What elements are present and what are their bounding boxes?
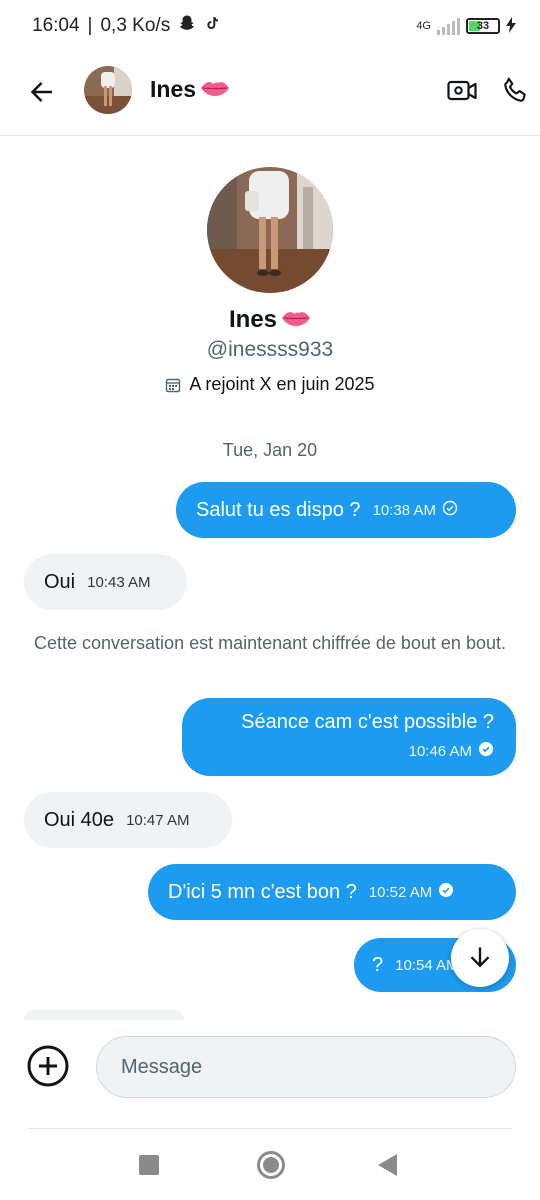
message-text: Séance cam c'est possible ? [241, 711, 494, 733]
calendar-icon [166, 378, 181, 392]
message-text: Oui 40e [44, 808, 115, 831]
lips-emoji-icon [200, 76, 230, 103]
message-bubble-outgoing[interactable]: Séance cam c'est possible ? 10:46 AM [182, 698, 516, 776]
profile-joined-text: A rejoint X en juin 2025 [189, 374, 375, 394]
message-input[interactable] [96, 1036, 516, 1098]
message-bubble-incoming[interactable]: Oui 40e 10:47 AM [24, 792, 232, 848]
profile-avatar[interactable] [207, 167, 333, 293]
home-circle-icon[interactable] [257, 1151, 285, 1179]
video-call-button[interactable] [444, 72, 480, 108]
tiktok-icon [204, 14, 220, 38]
plus-circle-icon [27, 1045, 69, 1087]
message-text: Oui [44, 570, 76, 593]
date-separator: Tue, Jan 20 [222, 440, 318, 460]
status-separator: | [87, 15, 93, 36]
back-triangle-icon[interactable] [378, 1154, 397, 1176]
encryption-notice: Cette conversation est maintenant chiffr… [34, 633, 506, 653]
composer-divider [28, 1128, 512, 1129]
header-name-text: Ines [150, 76, 197, 102]
phone-icon [504, 77, 526, 102]
signal-icon [437, 17, 460, 35]
message-bubble-outgoing[interactable]: D'ici 5 mn c'est bon ? 10:52 AM [148, 864, 516, 920]
status-left: 16:04 | 0,3 Ko/s [32, 14, 220, 38]
status-right: 4G 33 [416, 16, 516, 36]
video-call-icon [447, 80, 477, 101]
snapchat-icon [178, 14, 196, 38]
battery-level: 33 [476, 20, 490, 32]
profile-joined: A rejoint X en juin 2025 [0, 374, 540, 395]
scroll-to-bottom-button[interactable] [451, 929, 509, 987]
header-avatar[interactable] [84, 66, 132, 114]
back-arrow-icon [30, 82, 52, 102]
status-speed: 0,3 Ko/s [100, 15, 171, 36]
profile-handle[interactable]: @inessss933 [0, 338, 540, 362]
message-meta: 10:46 AM [397, 740, 494, 763]
profile-name-text: Ines [228, 306, 278, 333]
message-time: 10:54 AM [395, 956, 459, 974]
message-text: D'ici 5 mn c'est bon ? [168, 880, 357, 903]
status-time: 16:04 [32, 15, 80, 36]
read-check-icon [438, 881, 454, 904]
message-time: 10:43 AM [87, 573, 151, 591]
arrow-down-icon [470, 947, 490, 968]
message-bubble-incoming[interactable]: Oui 10:43 AM [24, 554, 187, 610]
conversation-header: Ines [0, 52, 540, 136]
battery-icon: 33 [466, 18, 500, 34]
add-attachment-button[interactable] [26, 1044, 70, 1088]
sent-check-icon [442, 499, 458, 522]
status-bar: 16:04 | 0,3 Ko/s 4G 33 [0, 0, 540, 52]
message-time: 10:38 AM [372, 501, 436, 519]
avatar-photo [84, 66, 132, 114]
lips-emoji-icon [281, 306, 311, 334]
message-bubble-incoming-partial [24, 1010, 184, 1020]
profile-name: Ines [0, 306, 540, 334]
message-text: Salut tu es dispo ? [196, 498, 361, 521]
message-text: ? [372, 953, 384, 976]
message-time: 10:46 AM [408, 743, 472, 760]
phone-call-button[interactable] [498, 72, 534, 108]
message-composer [0, 1020, 540, 1130]
network-label: 4G [416, 20, 431, 32]
message-time: 10:52 AM [368, 883, 433, 901]
read-check-icon [478, 740, 494, 763]
message-bubble-outgoing[interactable]: Salut tu es dispo ? 10:38 AM [176, 482, 516, 538]
charging-icon [506, 16, 516, 36]
system-nav-bar [0, 1130, 540, 1200]
header-name[interactable]: Ines [150, 76, 230, 103]
recents-square-icon[interactable] [139, 1155, 159, 1175]
profile-avatar-photo [207, 167, 333, 293]
message-time: 10:47 AM [126, 811, 190, 829]
back-button[interactable] [24, 74, 60, 110]
